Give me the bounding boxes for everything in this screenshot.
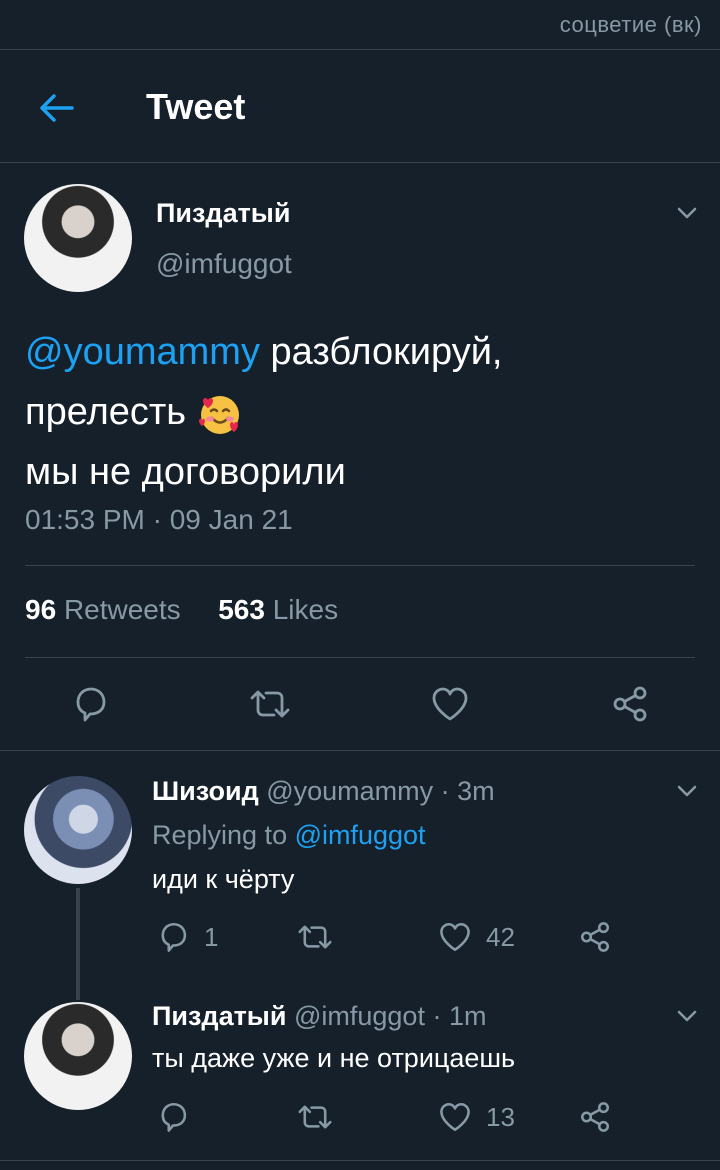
reply-icon [161, 922, 187, 952]
replying-to: Replying to @imfuggot [152, 820, 426, 851]
reply-button[interactable]: 1 [156, 920, 218, 954]
tweet-timestamp[interactable]: 01:53 PM · 09 Jan 21 [25, 504, 293, 536]
back-button[interactable] [34, 86, 78, 130]
reply-text: ты даже уже и не отрицаешь [152, 1043, 516, 1073]
share-icon [613, 686, 647, 722]
share-button[interactable] [610, 684, 650, 724]
share-button[interactable] [578, 920, 612, 954]
likes-count: 563 [218, 594, 265, 625]
author-meta: @imfuggot · 1m [293, 1001, 487, 1031]
smiling-face-with-hearts-icon [198, 395, 239, 434]
page-title: Tweet [146, 86, 246, 127]
like-count: 42 [486, 921, 515, 952]
likes-label: Likes [272, 594, 339, 625]
reply-count: 1 [204, 921, 219, 952]
avatar[interactable] [24, 184, 132, 292]
divider [0, 162, 720, 163]
retweets-label: Retweets [63, 594, 181, 625]
author-handle[interactable]: @imfuggot [156, 248, 292, 280]
like-icon [440, 1102, 470, 1132]
retweet-button[interactable] [296, 920, 348, 954]
reply-button[interactable] [156, 1100, 204, 1134]
share-icon [580, 922, 610, 952]
avatar[interactable] [24, 1002, 132, 1110]
divider [25, 657, 695, 658]
divider [25, 565, 695, 566]
author-name[interactable]: Пиздатый [156, 198, 290, 229]
chevron-down-icon[interactable] [674, 1003, 700, 1029]
tweet-text-part: разблокируй, [259, 331, 503, 373]
divider [0, 1160, 720, 1161]
divider [0, 750, 720, 751]
retweet-icon [250, 690, 290, 718]
like-count: 13 [486, 1101, 515, 1132]
chevron-down-icon[interactable] [674, 778, 700, 804]
retweet-button[interactable] [248, 684, 292, 724]
likes-stat[interactable]: 563 Likes [218, 594, 338, 625]
like-button[interactable] [430, 684, 470, 724]
thread-connector [76, 888, 80, 1000]
back-arrow-icon [40, 94, 74, 122]
mention-link[interactable]: @imfuggot [295, 820, 426, 850]
retweets-stat[interactable]: 96 Retweets [25, 594, 181, 625]
tweet-text-part: мы не договорили [25, 451, 346, 493]
tweet-stats: 96 Retweets 563 Likes [25, 594, 338, 626]
tweet-text: @youmammy разблокируй, прелесть мы не до… [25, 322, 695, 502]
reply-text: иди к чёрту [152, 864, 295, 894]
mention-link[interactable]: @youmammy [25, 331, 260, 373]
share-button[interactable] [578, 1100, 612, 1134]
reply-header: Пиздатый @imfuggot · 1m [152, 1001, 486, 1032]
avatar[interactable] [24, 776, 132, 884]
reply-icon [161, 1102, 187, 1132]
like-button[interactable]: 42 [438, 920, 515, 954]
author-meta: @youmammy · 3m [266, 776, 495, 806]
reply-button[interactable] [70, 684, 110, 724]
replying-prefix: Replying to [152, 820, 295, 850]
like-icon [440, 922, 470, 952]
retweet-icon [298, 1105, 332, 1129]
chevron-down-icon[interactable] [674, 200, 700, 226]
reply-icon [76, 687, 106, 722]
reply-header: Шизоид @youmammy · 3m [152, 776, 495, 807]
retweets-count: 96 [25, 594, 57, 625]
watermark: соцветие (вк) [559, 12, 702, 37]
tweet-text-part: прелесть [25, 391, 187, 433]
like-icon [432, 687, 468, 721]
retweet-button[interactable] [296, 1100, 348, 1134]
retweet-icon [298, 925, 332, 949]
top-bar: Tweet [0, 50, 720, 162]
share-icon [580, 1102, 610, 1132]
author-name[interactable]: Шизоид [152, 776, 259, 806]
like-button[interactable]: 13 [438, 1100, 515, 1134]
author-name[interactable]: Пиздатый [152, 1001, 286, 1031]
